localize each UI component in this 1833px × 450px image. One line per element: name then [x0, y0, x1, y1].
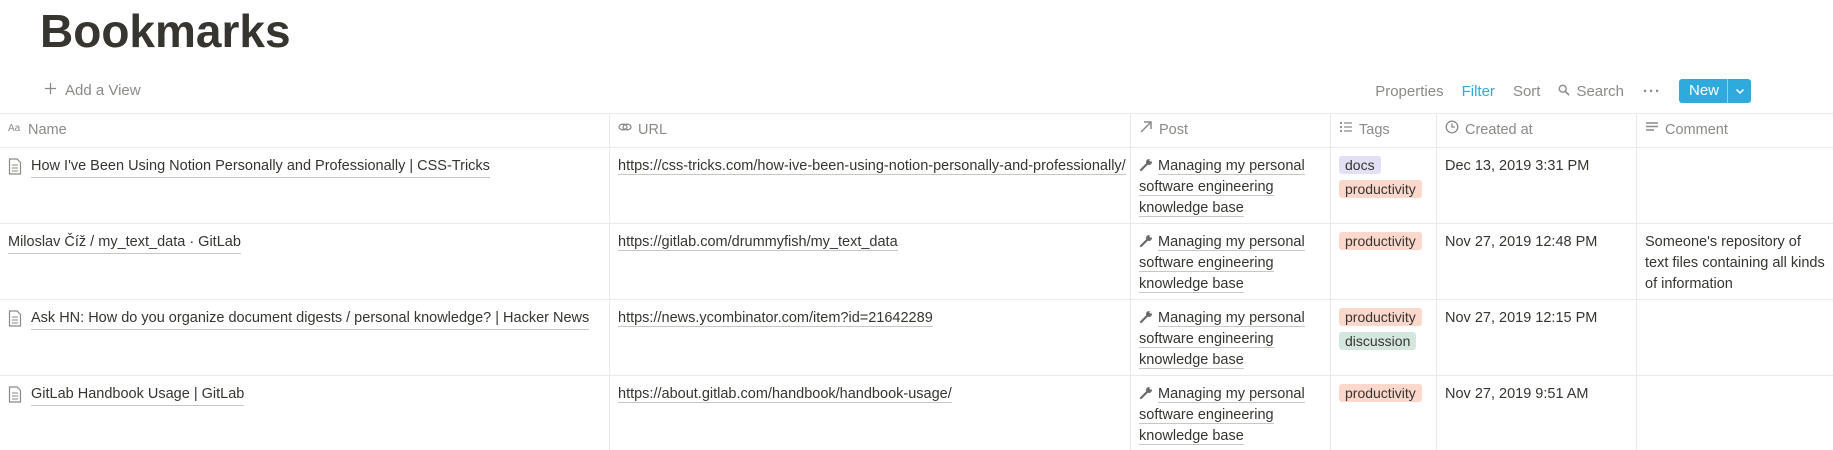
post-link[interactable]: Managing my personal software engineerin…: [1139, 158, 1305, 217]
page-title: Bookmarks: [40, 5, 291, 57]
name-cell[interactable]: Miloslav Číž / my_text_data · GitLab: [0, 224, 610, 299]
column-header-post[interactable]: Post: [1131, 114, 1331, 147]
post-cell[interactable]: Managing my personal software engineerin…: [1131, 300, 1331, 375]
svg-text:Aa: Aa: [8, 123, 21, 134]
plus-icon: [44, 82, 57, 99]
url-cell[interactable]: https://about.gitlab.com/handbook/handbo…: [610, 376, 1131, 450]
add-view-button[interactable]: Add a View: [44, 82, 141, 99]
tags-cell[interactable]: productivity: [1331, 376, 1437, 450]
column-label: Comment: [1665, 122, 1728, 138]
column-header-created[interactable]: Created at: [1437, 114, 1637, 147]
column-label: Tags: [1359, 122, 1390, 138]
url-link[interactable]: https://news.ycombinator.com/item?id=216…: [618, 310, 933, 327]
comment-cell[interactable]: [1637, 300, 1833, 375]
wrench-icon: [1139, 385, 1154, 400]
tags-cell[interactable]: docs productivity: [1331, 148, 1437, 223]
new-button-group: New: [1678, 79, 1751, 103]
wrench-icon: [1139, 233, 1154, 248]
multi-select-icon: [1339, 120, 1353, 141]
column-header-comment[interactable]: Comment: [1637, 114, 1833, 147]
document-icon: [8, 158, 22, 175]
column-header-url[interactable]: URL: [610, 114, 1131, 147]
filter-button[interactable]: Filter: [1453, 83, 1504, 100]
column-label: URL: [638, 122, 668, 138]
properties-button[interactable]: Properties: [1366, 83, 1452, 100]
created-cell: Dec 13, 2019 3:31 PM: [1437, 148, 1637, 223]
document-icon: [8, 310, 22, 327]
toolbar-actions: Properties Filter Sort Search ··· New: [1366, 76, 1751, 106]
post-link[interactable]: Managing my personal software engineerin…: [1139, 310, 1305, 369]
add-view-label: Add a View: [65, 82, 141, 99]
post-cell[interactable]: Managing my personal software engineerin…: [1131, 376, 1331, 450]
tag-productivity: productivity: [1339, 180, 1422, 198]
comment-cell[interactable]: [1637, 376, 1833, 450]
url-link[interactable]: https://css-tricks.com/how-ive-been-usin…: [618, 158, 1126, 175]
search-label: Search: [1576, 82, 1624, 100]
tags-cell[interactable]: productivity: [1331, 224, 1437, 299]
text-lines-icon: [1645, 120, 1659, 141]
created-cell: Nov 27, 2019 9:51 AM: [1437, 376, 1637, 450]
column-header-tags[interactable]: Tags: [1331, 114, 1437, 147]
url-cell[interactable]: https://news.ycombinator.com/item?id=216…: [610, 300, 1131, 375]
post-cell[interactable]: Managing my personal software engineerin…: [1131, 224, 1331, 299]
table-row[interactable]: Ask HN: How do you organize document dig…: [0, 300, 1833, 376]
sort-button[interactable]: Sort: [1504, 83, 1550, 100]
url-link[interactable]: https://gitlab.com/drummyfish/my_text_da…: [618, 234, 898, 251]
row-name-link[interactable]: GitLab Handbook Usage | GitLab: [31, 384, 245, 406]
url-cell[interactable]: https://css-tricks.com/how-ive-been-usin…: [610, 148, 1131, 223]
tag-productivity: productivity: [1339, 232, 1422, 250]
wrench-icon: [1139, 309, 1154, 324]
new-dropdown-button[interactable]: [1727, 79, 1751, 103]
tag-docs: docs: [1339, 156, 1381, 174]
row-name-link[interactable]: How I've Been Using Notion Personally an…: [31, 156, 490, 178]
post-link[interactable]: Managing my personal software engineerin…: [1139, 386, 1305, 445]
column-label: Post: [1159, 122, 1189, 138]
column-header-name[interactable]: Aa Name: [0, 114, 610, 147]
clock-icon: [1445, 120, 1459, 141]
url-cell[interactable]: https://gitlab.com/drummyfish/my_text_da…: [610, 224, 1131, 299]
tag-discussion: discussion: [1339, 332, 1417, 350]
column-label: Name: [28, 122, 67, 138]
name-cell[interactable]: How I've Been Using Notion Personally an…: [0, 148, 610, 223]
new-button[interactable]: New: [1679, 79, 1727, 103]
table-row[interactable]: How I've Been Using Notion Personally an…: [0, 148, 1833, 224]
relation-arrow-icon: [1139, 120, 1153, 141]
bookmarks-table: Aa Name URL Post Tags Created at Comment…: [0, 113, 1833, 450]
table-row[interactable]: Miloslav Číž / my_text_data · GitLab htt…: [0, 224, 1833, 300]
column-label: Created at: [1465, 122, 1533, 138]
post-cell[interactable]: Managing my personal software engineerin…: [1131, 148, 1331, 223]
created-cell: Nov 27, 2019 12:15 PM: [1437, 300, 1637, 375]
text-property-icon: Aa: [8, 120, 22, 141]
tags-cell[interactable]: productivity discussion: [1331, 300, 1437, 375]
view-toolbar: Add a View Properties Filter Sort Search…: [0, 76, 1833, 106]
row-name-link[interactable]: Ask HN: How do you organize document dig…: [31, 308, 590, 330]
document-icon: [8, 386, 22, 403]
search-icon: [1558, 83, 1571, 100]
table-row[interactable]: GitLab Handbook Usage | GitLab https://a…: [0, 376, 1833, 450]
name-cell[interactable]: Ask HN: How do you organize document dig…: [0, 300, 610, 375]
post-link[interactable]: Managing my personal software engineerin…: [1139, 234, 1305, 293]
more-options-button[interactable]: ···: [1633, 83, 1671, 100]
name-cell[interactable]: GitLab Handbook Usage | GitLab: [0, 376, 610, 450]
tag-productivity: productivity: [1339, 308, 1422, 326]
search-button[interactable]: Search: [1549, 83, 1633, 100]
tag-productivity: productivity: [1339, 384, 1422, 402]
created-cell: Nov 27, 2019 12:48 PM: [1437, 224, 1637, 299]
comment-cell[interactable]: Someone's repository of text files conta…: [1637, 224, 1833, 299]
table-header-row: Aa Name URL Post Tags Created at Comment: [0, 114, 1833, 148]
row-name-link[interactable]: Miloslav Číž / my_text_data · GitLab: [8, 232, 241, 254]
chevron-down-icon: [1735, 83, 1745, 100]
comment-cell[interactable]: [1637, 148, 1833, 223]
wrench-icon: [1139, 157, 1154, 172]
url-link[interactable]: https://about.gitlab.com/handbook/handbo…: [618, 386, 952, 403]
link-icon: [618, 120, 632, 141]
